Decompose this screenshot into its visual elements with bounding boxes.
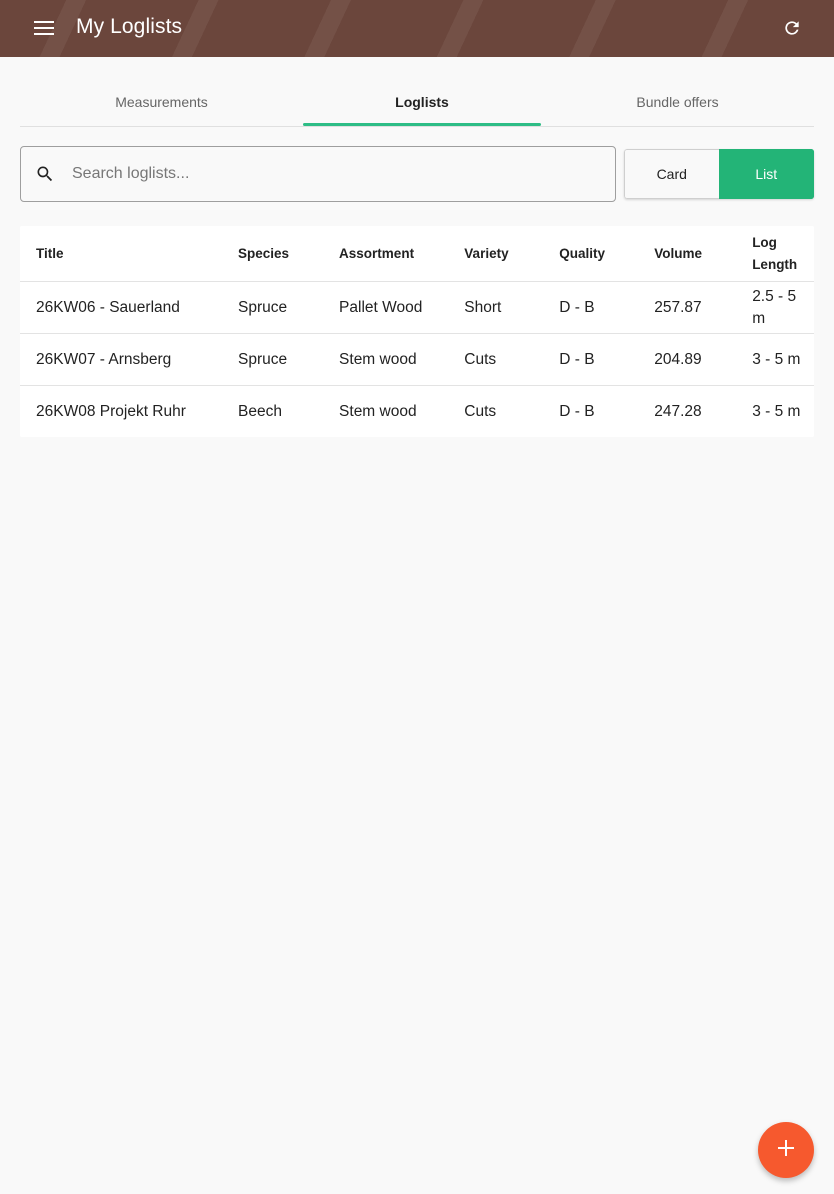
cell-assortment: Pallet Wood <box>323 281 449 334</box>
cell-title: 26KW06 - Sauerland <box>20 281 223 334</box>
refresh-icon[interactable] <box>778 14 806 42</box>
view-toggle: Card List <box>624 149 814 199</box>
page-title: My Loglists <box>76 15 183 38</box>
add-loglist-button[interactable] <box>758 1122 814 1178</box>
column-header-assortment[interactable]: Assortment <box>323 226 449 282</box>
cell-log-length: 3 - 5 m <box>736 333 814 386</box>
table-row[interactable]: 26KW08 Projekt Ruhr Beech Stem wood Cuts… <box>20 386 814 438</box>
cell-title: 26KW07 - Arnsberg <box>20 333 223 386</box>
list-view-label: List <box>755 166 778 182</box>
cell-variety: Cuts <box>464 402 497 420</box>
cell-assortment: Stem wood <box>323 333 449 386</box>
column-header-title[interactable]: Title <box>20 226 223 282</box>
column-header-quality[interactable]: Quality <box>543 226 639 282</box>
cell-volume: 257.87 <box>638 281 737 334</box>
tab-bar: Measurements Loglists Bundle offers <box>20 78 814 127</box>
column-header-volume[interactable]: Volume <box>638 226 737 282</box>
tab-measurements[interactable]: Measurements <box>20 78 303 125</box>
cell-variety: Cuts <box>448 333 544 386</box>
cell-quality: D - B <box>543 333 639 386</box>
cell-assortment: Stem wood <box>339 402 417 420</box>
cell-quality: D - B <box>559 402 595 420</box>
cell-variety: Short <box>448 281 544 334</box>
table-row[interactable]: 26KW06 - Sauerland Spruce Pallet Wood Sh… <box>20 281 814 334</box>
tab-label: Loglists <box>395 93 449 110</box>
search-field[interactable] <box>20 146 616 202</box>
cell-species: Spruce <box>222 281 324 334</box>
list-view-button[interactable]: List <box>718 149 814 199</box>
tab-label: Measurements <box>115 93 208 110</box>
card-view-button[interactable]: Card <box>624 149 719 199</box>
hamburger-menu-icon[interactable] <box>28 13 60 43</box>
cell-species: Beech <box>238 402 282 420</box>
active-tab-indicator <box>303 123 541 126</box>
table-row[interactable]: 26KW07 - Arnsberg Spruce Stem wood Cuts … <box>20 333 814 386</box>
cell-log-length: 3 - 5 m <box>752 402 801 420</box>
cell-species: Spruce <box>222 333 324 386</box>
app-bar: My Loglists <box>0 0 834 57</box>
table-header-row: Title Species Assortment Variety Quality… <box>20 226 814 282</box>
column-header-log-length[interactable]: Log Length <box>736 226 814 282</box>
search-input[interactable] <box>72 159 592 189</box>
cell-title: 26KW08 Projekt Ruhr <box>36 402 186 420</box>
cell-quality: D - B <box>543 281 639 334</box>
tab-loglists[interactable]: Loglists <box>303 78 541 126</box>
plus-icon <box>778 1139 794 1161</box>
cell-volume: 204.89 <box>638 333 737 386</box>
column-header-variety[interactable]: Variety <box>448 226 544 282</box>
column-header-species[interactable]: Species <box>222 226 324 282</box>
card-view-label: Card <box>656 166 687 182</box>
tab-label: Bundle offers <box>636 93 719 110</box>
cell-log-length: 2.5 - 5 m <box>736 281 814 334</box>
cell-volume: 247.28 <box>654 402 702 420</box>
loglists-table: Title Species Assortment Variety Quality… <box>20 226 814 437</box>
search-icon <box>33 162 57 186</box>
tab-bundle-offers[interactable]: Bundle offers <box>541 78 814 125</box>
